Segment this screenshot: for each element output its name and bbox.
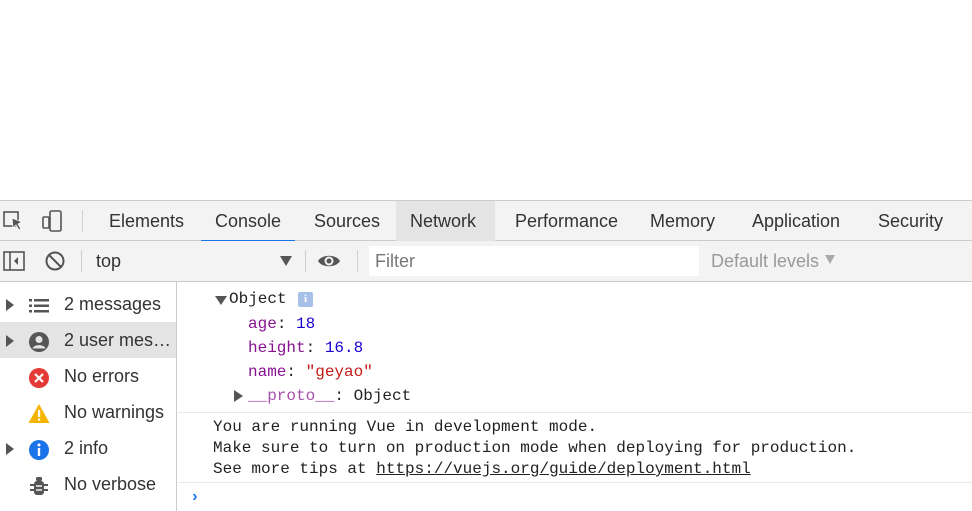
show-sidebar-icon[interactable] (2, 249, 26, 273)
object-label[interactable]: Object (229, 288, 287, 310)
expand-arrow-icon[interactable] (6, 299, 14, 311)
console-message-object: Object i age: 18 height: 16.8 name: "gey… (178, 282, 972, 412)
dropdown-arrow-icon (280, 256, 292, 266)
tab-application[interactable]: Application (738, 201, 854, 241)
inspect-element-icon[interactable] (2, 209, 26, 233)
toolbar-divider (81, 250, 82, 272)
error-icon (28, 365, 50, 388)
toolbar-divider (357, 250, 358, 272)
devtools-tab-bar: Elements Console Sources Network Perform… (0, 200, 972, 242)
toolbar-divider (305, 250, 306, 272)
clear-console-icon[interactable] (43, 249, 67, 273)
object-property-row: age: 18 (248, 315, 316, 333)
sidebar-item-label: 2 user mess... (64, 330, 174, 350)
message-text: See more tips at (213, 460, 377, 478)
object-property-row: height: 16.8 (248, 339, 364, 357)
proto-row[interactable]: __proto__: Object (248, 385, 411, 407)
log-levels-dropdown[interactable]: Default levels (711, 247, 836, 275)
property-key: name (248, 363, 287, 381)
message-text: You are running Vue in development mode. (213, 418, 598, 436)
property-key: age (248, 315, 277, 333)
console-toolbar: top Default levels (0, 241, 972, 282)
sidebar-item-info[interactable]: 2 info (0, 430, 176, 466)
devtools-panel: Elements Console Sources Network Perform… (0, 200, 972, 511)
warning-icon (28, 401, 50, 423)
object-property-row: name: "geyao" (248, 363, 373, 381)
expand-arrow-icon[interactable] (6, 335, 14, 347)
tab-memory[interactable]: Memory (636, 201, 729, 241)
console-sidebar: 2 messages 2 user mess... No errors No w… (0, 282, 177, 511)
inspected-page-area (0, 0, 972, 200)
sidebar-item-label: 2 info (64, 438, 109, 458)
bug-icon (28, 473, 50, 495)
device-toolbar-icon[interactable] (40, 209, 64, 233)
property-value: 16.8 (324, 339, 364, 357)
sidebar-item-label: No errors (64, 366, 140, 386)
list-icon (28, 293, 50, 315)
deployment-link[interactable]: https://vuejs.org/guide/deployment.html (376, 460, 750, 478)
tab-elements[interactable]: Elements (95, 201, 198, 241)
live-expression-eye-icon[interactable] (317, 249, 341, 273)
tab-network[interactable]: Network (396, 201, 495, 241)
dropdown-arrow-icon (825, 255, 836, 264)
proto-key: __proto__ (248, 387, 335, 405)
property-value: "geyao" (305, 363, 373, 381)
sidebar-item-errors[interactable]: No errors (0, 358, 176, 394)
filter-input[interactable] (369, 246, 699, 276)
sidebar-item-label: No verbose (64, 474, 157, 494)
message-text-row: See more tips at https://vuejs.org/guide… (213, 458, 751, 480)
message-divider (178, 412, 972, 413)
info-icon (28, 437, 50, 460)
toolbar-divider (82, 210, 83, 232)
expand-arrow-icon[interactable] (6, 443, 14, 455)
property-key: height (248, 339, 306, 357)
tab-console[interactable]: Console (201, 201, 296, 242)
console-output: Object i age: 18 height: 16.8 name: "gey… (178, 282, 972, 511)
context-selector[interactable]: top (88, 247, 298, 275)
tab-security[interactable]: Security (864, 201, 957, 241)
tab-performance[interactable]: Performance (501, 201, 632, 241)
sidebar-item-warnings[interactable]: No warnings (0, 394, 176, 430)
user-icon (28, 329, 50, 352)
message-divider (178, 482, 972, 483)
sidebar-item-user-messages[interactable]: 2 user mess... (0, 322, 176, 358)
console-prompt-icon[interactable]: › (190, 488, 200, 506)
object-info-badge: i (298, 292, 313, 307)
sidebar-item-messages[interactable]: 2 messages (0, 286, 176, 322)
property-value: 18 (296, 315, 316, 333)
collapse-arrow-icon[interactable] (215, 296, 227, 305)
log-levels-label: Default levels (711, 251, 820, 271)
sidebar-item-verbose[interactable]: No verbose (0, 466, 176, 502)
context-selector-value: top (96, 251, 122, 271)
proto-value: Object (353, 387, 412, 405)
message-text: Make sure to turn on production mode whe… (213, 439, 857, 457)
expand-arrow-icon[interactable] (234, 390, 243, 402)
sidebar-item-label: No warnings (64, 402, 165, 422)
sidebar-item-label: 2 messages (64, 294, 162, 314)
tab-sources[interactable]: Sources (300, 201, 394, 241)
